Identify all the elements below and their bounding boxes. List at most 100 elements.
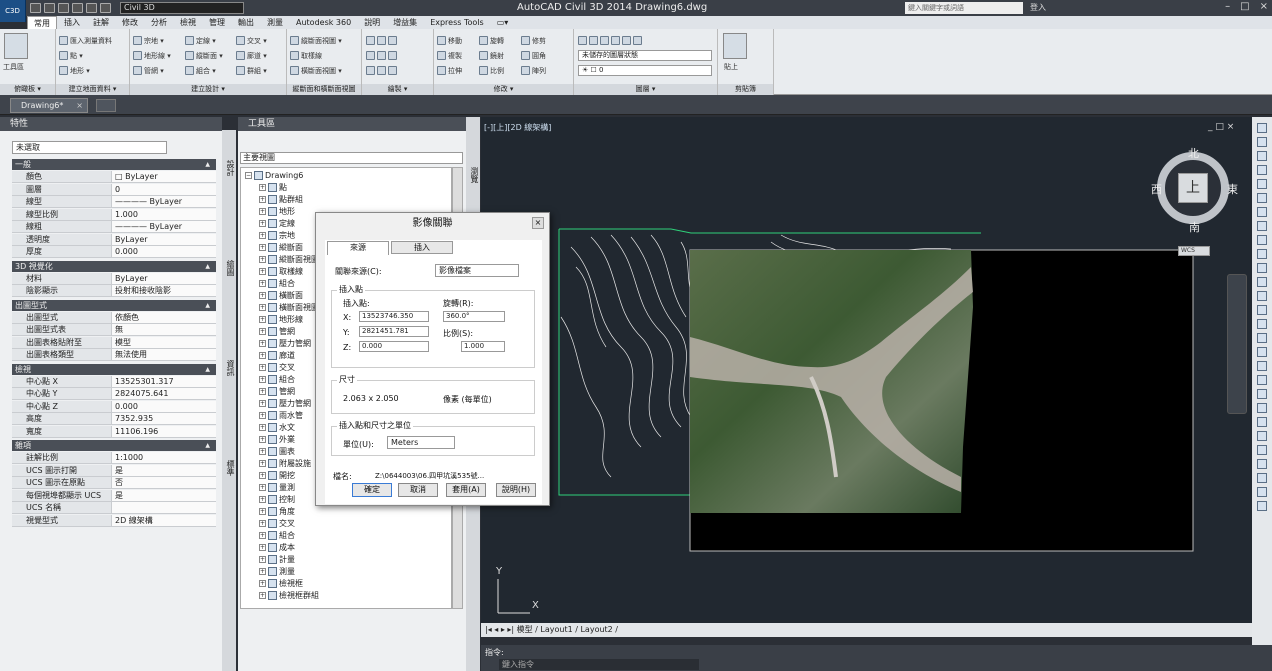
property-value[interactable]: 0 — [112, 183, 216, 195]
expand-icon[interactable]: + — [259, 532, 266, 539]
tree-item[interactable]: + 雨水管 — [259, 410, 303, 421]
ribbon-item[interactable]: 點 ▾ — [59, 50, 83, 61]
property-value[interactable]: 13525301.317 — [112, 375, 216, 387]
tree-item[interactable]: + 縱斷面視圖 — [259, 254, 319, 265]
property-row[interactable]: 視覺型式 2D 線架構 — [12, 514, 216, 527]
ribbon-item[interactable]: 群組 ▾ — [236, 65, 267, 76]
property-value[interactable]: 0.000 — [112, 246, 216, 257]
expand-icon[interactable]: + — [259, 364, 266, 371]
tree-item[interactable]: + 取樣線 — [259, 266, 303, 277]
expand-icon[interactable]: + — [259, 400, 266, 407]
property-row[interactable]: 透明度 ByLayer — [12, 233, 216, 246]
property-row[interactable]: 圖層 0 — [12, 183, 216, 196]
tool-icon[interactable] — [1257, 389, 1267, 399]
viewcube-top-face[interactable]: 上 — [1178, 173, 1208, 203]
property-value[interactable]: 2D 線架構 — [112, 514, 216, 526]
tree-item[interactable]: + 壓力管網 — [259, 398, 311, 409]
tree-item[interactable]: + 交叉 — [259, 362, 295, 373]
ribbon-tab[interactable]: 管理 — [203, 16, 231, 29]
properties-section[interactable]: 一般 ▲ — [12, 159, 216, 170]
property-row[interactable]: 線型比例 1.000 — [12, 208, 216, 221]
tool-icon[interactable] — [1257, 179, 1267, 189]
expand-icon[interactable]: + — [259, 328, 266, 335]
tool-icon[interactable] — [1257, 277, 1267, 287]
tree-item[interactable]: + 組合 — [259, 530, 295, 541]
tool-icon[interactable] — [1257, 235, 1267, 245]
expand-icon[interactable]: + — [259, 304, 266, 311]
tool-icon[interactable] — [1257, 445, 1267, 455]
tree-item[interactable]: + 點群組 — [259, 194, 303, 205]
view-select[interactable]: 主要視圖 — [240, 152, 463, 164]
expand-icon[interactable]: + — [259, 412, 266, 419]
side-tab[interactable]: 瀏覽 — [466, 167, 480, 183]
property-row[interactable]: 中心點 Z 0.000 — [12, 400, 216, 413]
login-link[interactable]: 登入 — [1030, 2, 1046, 13]
expand-icon[interactable]: + — [259, 376, 266, 383]
collapse-icon[interactable]: ▲ — [205, 364, 210, 375]
property-row[interactable]: 材料 ByLayer — [12, 272, 216, 285]
tree-root[interactable]: − Drawing6 — [245, 170, 303, 181]
property-row[interactable]: 出圖型式表無 — [12, 324, 216, 336]
tree-item[interactable]: + 開挖 — [259, 470, 295, 481]
property-value[interactable]: 1:1000 — [112, 452, 216, 463]
property-value[interactable]: ———— ByLayer — [112, 196, 216, 207]
ribbon-item[interactable]: 地形線 ▾ — [133, 50, 171, 61]
tree-item[interactable]: + 測量 — [259, 566, 295, 577]
panel-title[interactable]: 繪製 ▾ — [362, 84, 433, 95]
tool-icon[interactable] — [1257, 123, 1267, 133]
ribbon-tab[interactable]: 檢視 — [174, 16, 202, 29]
ribbon-item[interactable]: 橫斷面視圖 ▾ — [290, 65, 342, 76]
property-value[interactable]: 依顏色 — [112, 311, 216, 323]
close-icon[interactable]: × — [76, 99, 83, 113]
tree-item[interactable]: + 計量 — [259, 554, 295, 565]
panel-title[interactable]: 建立設計 ▾ — [130, 84, 286, 95]
tool-icon[interactable] — [1257, 151, 1267, 161]
search-input[interactable]: 鍵入關鍵字或詞語 — [905, 2, 1023, 14]
tree-item[interactable]: + 縱斷面 — [259, 242, 303, 253]
expand-icon[interactable]: + — [259, 460, 266, 467]
tool-icon[interactable] — [1257, 501, 1267, 511]
ribbon-item[interactable]: 工具區 — [3, 61, 24, 72]
tree-item[interactable]: + 橫斷面 — [259, 290, 303, 301]
expand-icon[interactable]: + — [259, 208, 266, 215]
tool-icon[interactable] — [1257, 431, 1267, 441]
collapse-icon[interactable]: ▲ — [205, 261, 210, 272]
tool-icon[interactable] — [1257, 207, 1267, 217]
expand-icon[interactable]: + — [259, 556, 266, 563]
ribbon-tab[interactable]: 說明 — [358, 16, 386, 29]
wcs-menu[interactable]: WCS — [1178, 246, 1210, 256]
tool-icon[interactable] — [1257, 487, 1267, 497]
ribbon-item[interactable]: 移動 — [437, 35, 462, 46]
units-select[interactable]: Meters — [387, 436, 455, 449]
expand-icon[interactable]: + — [259, 508, 266, 515]
tool-icon[interactable] — [1257, 137, 1267, 147]
ribbon-overflow-icon[interactable]: ▭▾ — [491, 16, 515, 29]
property-row[interactable]: 寬度 11106.196 — [12, 425, 216, 438]
ribbon-item[interactable]: 定線 ▾ — [185, 35, 216, 46]
property-value[interactable]: 1.000 — [112, 208, 216, 220]
side-tab[interactable]: 繪圖 — [222, 260, 236, 276]
ribbon-tab[interactable]: 輸出 — [232, 16, 260, 29]
panel-title[interactable]: 縱斷面和橫斷面視圖 — [287, 84, 361, 95]
layer-select[interactable]: ☀ ☐ 0 — [578, 65, 712, 76]
ribbon-item[interactable]: 取樣線 — [290, 50, 322, 61]
ribbon-item[interactable]: 廊道 ▾ — [236, 50, 267, 61]
property-value[interactable]: 是 — [112, 464, 216, 476]
ribbon-item[interactable]: 縱斷面 ▾ — [185, 50, 223, 61]
tree-item[interactable]: + 壓力管網 — [259, 338, 311, 349]
expand-icon[interactable]: + — [259, 256, 266, 263]
expand-icon[interactable]: + — [259, 340, 266, 347]
ribbon-item[interactable]: 修剪 — [521, 35, 546, 46]
tool-icon[interactable] — [1257, 361, 1267, 371]
side-tab[interactable]: 資訊 — [222, 360, 236, 376]
expand-icon[interactable]: + — [259, 520, 266, 527]
tool-icon[interactable] — [1257, 221, 1267, 231]
property-row[interactable]: 出圖表格貼附至 模型 — [12, 336, 216, 349]
panel-title[interactable]: 修改 ▾ — [434, 84, 573, 95]
ribbon-item[interactable]: 組合 ▾ — [185, 65, 216, 76]
viewport-label[interactable]: [-][上][2D 線架構] — [484, 122, 551, 133]
ribbon-tab[interactable]: 註解 — [87, 16, 115, 29]
ok-button[interactable]: 確定 — [352, 483, 392, 497]
toolspace-icon[interactable] — [4, 33, 28, 59]
property-row[interactable]: 線型 ———— ByLayer — [12, 196, 216, 208]
